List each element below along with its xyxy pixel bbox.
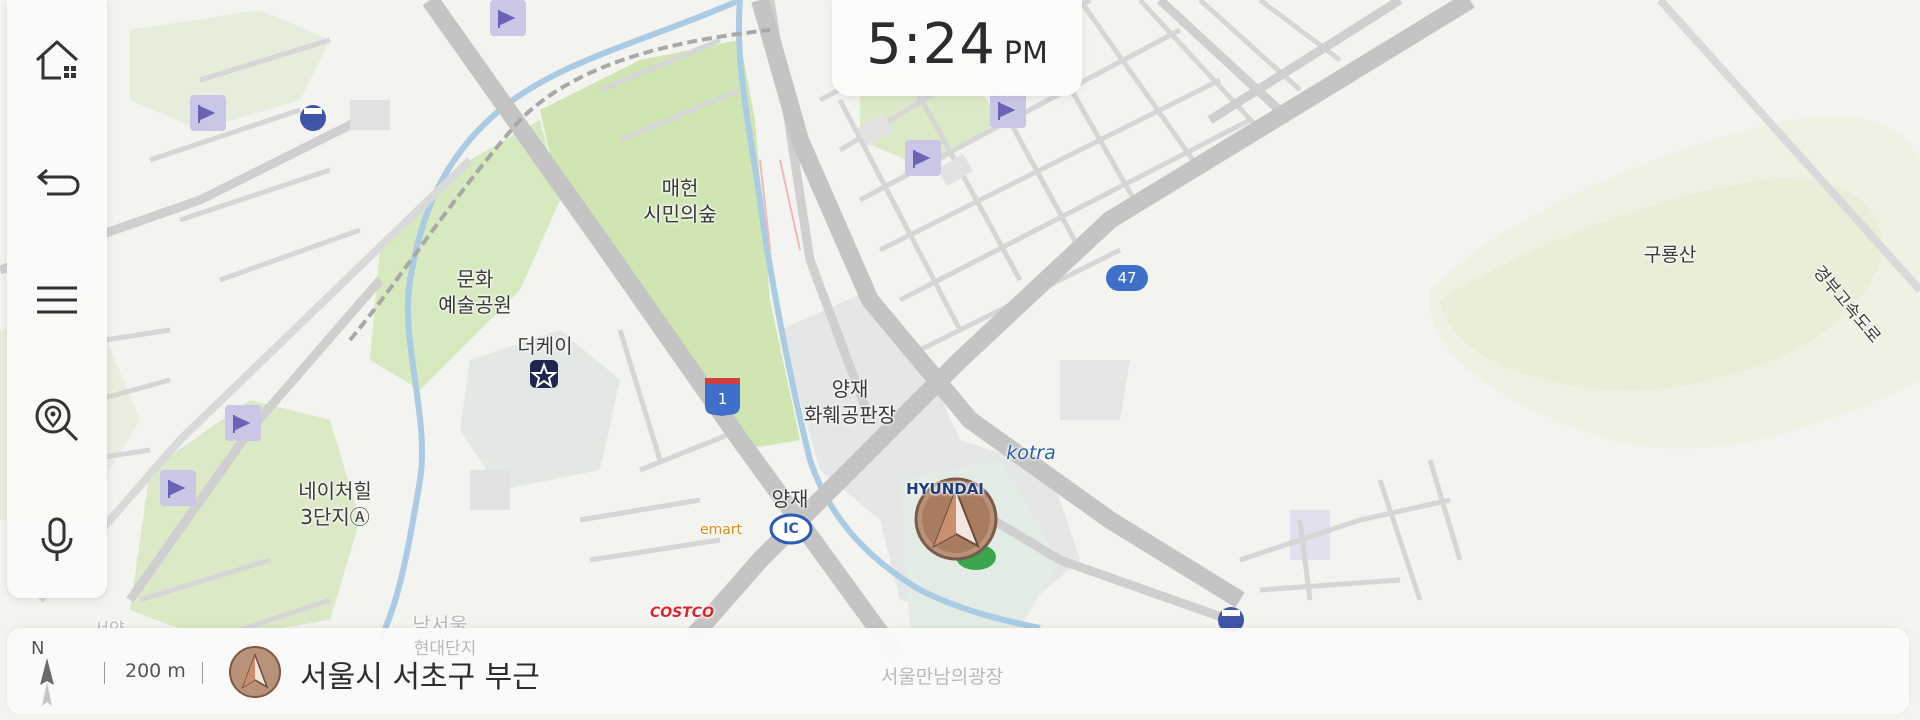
bottom-status-bar: N 200 m 서울시 서초구 부근 서울만남의광장 현대단지 bbox=[7, 628, 1909, 714]
label-yangjae-hall: 양재 화훼공판장 bbox=[804, 377, 896, 427]
divider bbox=[202, 662, 203, 684]
clock: 5:24 PM bbox=[832, 0, 1082, 96]
label-maeheon: 매헌 시민의숲 bbox=[643, 176, 717, 226]
home-button[interactable] bbox=[7, 10, 107, 110]
back-button[interactable] bbox=[7, 130, 107, 230]
search-location-button[interactable] bbox=[7, 370, 107, 470]
label-hyundai: HYUNDAI bbox=[906, 480, 984, 498]
label-kotra: kotra bbox=[1006, 442, 1056, 464]
police-icon-1 bbox=[300, 105, 326, 131]
label-dk: 더케이 bbox=[517, 334, 573, 358]
label-emart: emart bbox=[699, 522, 743, 538]
label-yangjae: 양재 bbox=[771, 487, 809, 511]
divider bbox=[104, 662, 105, 684]
route-47-label: 47 bbox=[1117, 269, 1137, 287]
home-icon bbox=[35, 40, 79, 80]
label-bottom-3: 서울만남의광장 bbox=[880, 666, 1004, 688]
map-canvas[interactable] bbox=[0, 0, 1920, 720]
compass-needle-icon bbox=[40, 658, 54, 706]
location-arrow-icon bbox=[229, 646, 281, 698]
microphone-icon bbox=[41, 517, 73, 561]
menu-icon bbox=[37, 286, 77, 314]
scale-indicator: 200 m bbox=[125, 660, 186, 682]
clock-ampm: PM bbox=[1003, 36, 1048, 71]
label-costco: COSTCO bbox=[650, 605, 714, 621]
microphone-button[interactable] bbox=[7, 490, 107, 590]
clock-time: 5:24 bbox=[866, 12, 996, 77]
ic-label: IC bbox=[783, 521, 799, 537]
route-1-label: 1 bbox=[717, 390, 728, 408]
menu-button[interactable] bbox=[7, 250, 107, 350]
sidebar bbox=[7, 0, 107, 598]
label-gureongsan: 구룡산 bbox=[1643, 244, 1697, 266]
compass-button[interactable]: N bbox=[17, 638, 65, 708]
label-culture-park: 문화 예술공원 bbox=[438, 267, 512, 317]
search-location-icon bbox=[35, 398, 79, 442]
label-nature-hill: 네이처힐 3단지Ⓐ bbox=[298, 479, 372, 529]
label-bottom-2: 현대단지 bbox=[413, 639, 477, 659]
back-icon bbox=[36, 168, 80, 196]
dk-star-icon bbox=[530, 360, 558, 389]
